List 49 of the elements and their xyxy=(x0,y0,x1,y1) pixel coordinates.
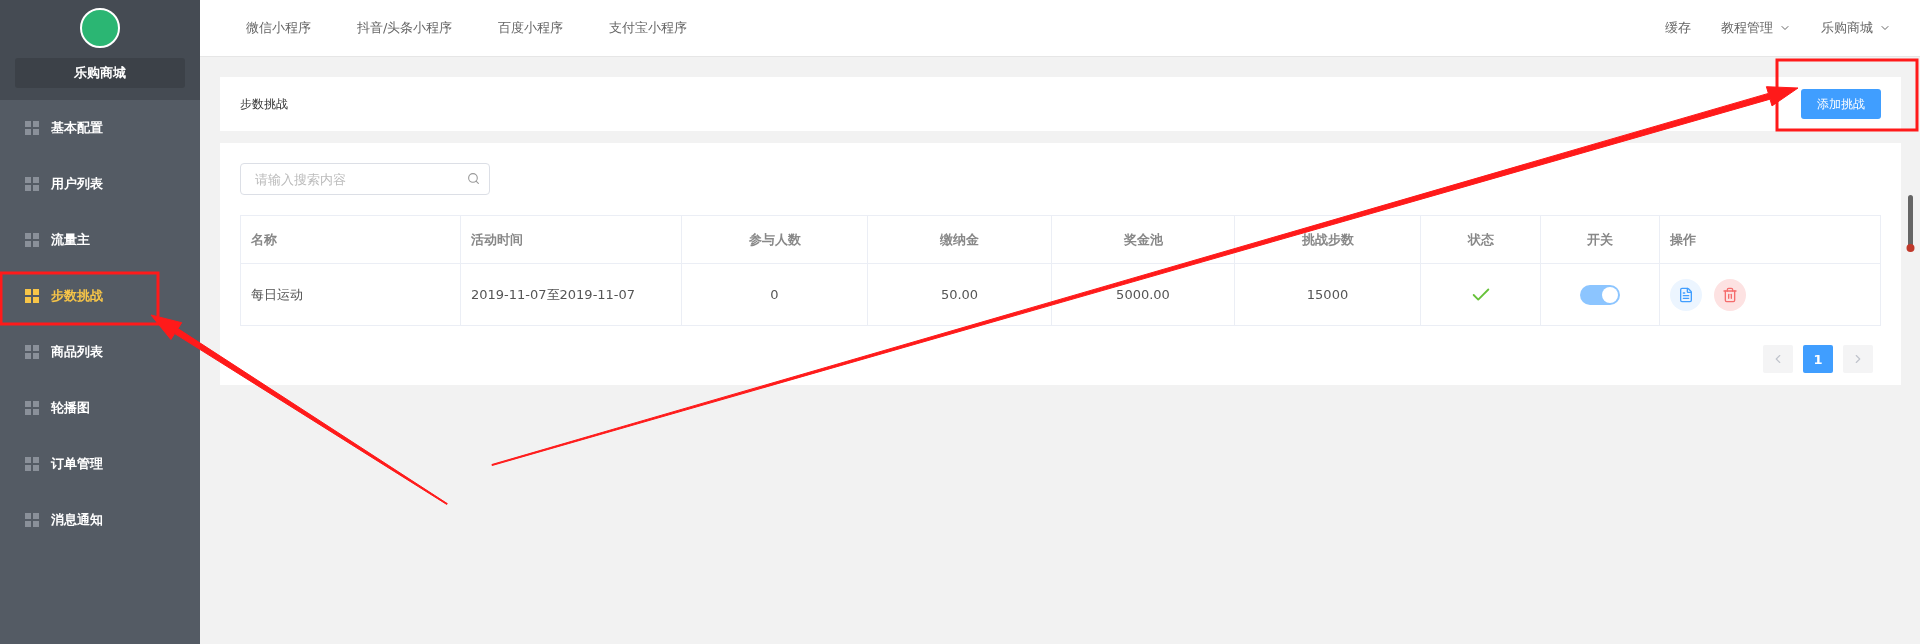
delete-button[interactable] xyxy=(1714,278,1746,311)
column-header: 挑战步数 xyxy=(1301,230,1354,249)
column-header: 状态 xyxy=(1467,230,1494,249)
grid-icon xyxy=(25,121,39,135)
sidebar-item[interactable]: 用户列表 xyxy=(0,156,200,212)
grid-icon xyxy=(25,289,39,303)
document-icon xyxy=(1678,286,1694,303)
column-header: 名称 xyxy=(251,230,277,249)
brand-name: 乐购商城 xyxy=(15,58,185,88)
logo xyxy=(80,8,120,48)
sidebar-item[interactable]: 轮播图 xyxy=(0,380,200,436)
sidebar-item[interactable]: 流量主 xyxy=(0,212,200,268)
grid-icon xyxy=(25,345,39,359)
grid-icon xyxy=(25,457,39,471)
page-title: 步数挑战 xyxy=(240,95,288,113)
sidebar-item[interactable]: 订单管理 xyxy=(0,436,200,492)
thermometer-icon xyxy=(1906,195,1915,252)
document-button[interactable] xyxy=(1670,278,1702,311)
sidebar-item[interactable]: 消息通知 xyxy=(0,492,200,548)
column-header: 缴纳金 xyxy=(940,230,979,249)
grid-icon xyxy=(25,513,39,527)
grid-icon xyxy=(25,177,39,191)
column-header: 活动时间 xyxy=(471,230,523,249)
next-page-button[interactable] xyxy=(1843,345,1873,373)
column-header: 开关 xyxy=(1587,230,1613,249)
nav-tab[interactable]: 抖音/头条小程序 xyxy=(357,19,453,37)
nav-link[interactable]: 教程管理 xyxy=(1721,19,1791,37)
sidebar-item[interactable]: 商品列表 xyxy=(0,324,200,380)
column-header: 操作 xyxy=(1670,230,1696,249)
sidebar-item[interactable]: 步数挑战 xyxy=(0,268,200,324)
nav-link[interactable]: 缓存 xyxy=(1665,19,1691,37)
nav-tab[interactable]: 支付宝小程序 xyxy=(609,19,688,37)
nav-tab[interactable]: 微信小程序 xyxy=(246,19,311,37)
nav-link[interactable]: 乐购商城 xyxy=(1821,19,1891,37)
table-cell: 0 xyxy=(682,264,868,326)
grid-icon xyxy=(25,401,39,415)
search-field[interactable]: 请输入搜索内容 xyxy=(240,163,490,195)
table-cell: 15000 xyxy=(1235,264,1421,326)
grid-icon xyxy=(25,233,39,247)
nav-tab[interactable]: 百度小程序 xyxy=(498,19,564,37)
toggle-switch[interactable] xyxy=(1580,284,1620,305)
column-header: 参与人数 xyxy=(748,230,801,249)
table-cell: 2019-11-07至2019-11-07 xyxy=(461,264,682,326)
search-icon xyxy=(467,172,480,185)
previous-page-button[interactable] xyxy=(1763,345,1793,373)
sidebar-item[interactable]: 基本配置 xyxy=(0,100,200,156)
trash-icon xyxy=(1722,286,1738,303)
table-cell: 每日运动 xyxy=(241,264,461,326)
column-header: 奖金池 xyxy=(1123,230,1163,249)
